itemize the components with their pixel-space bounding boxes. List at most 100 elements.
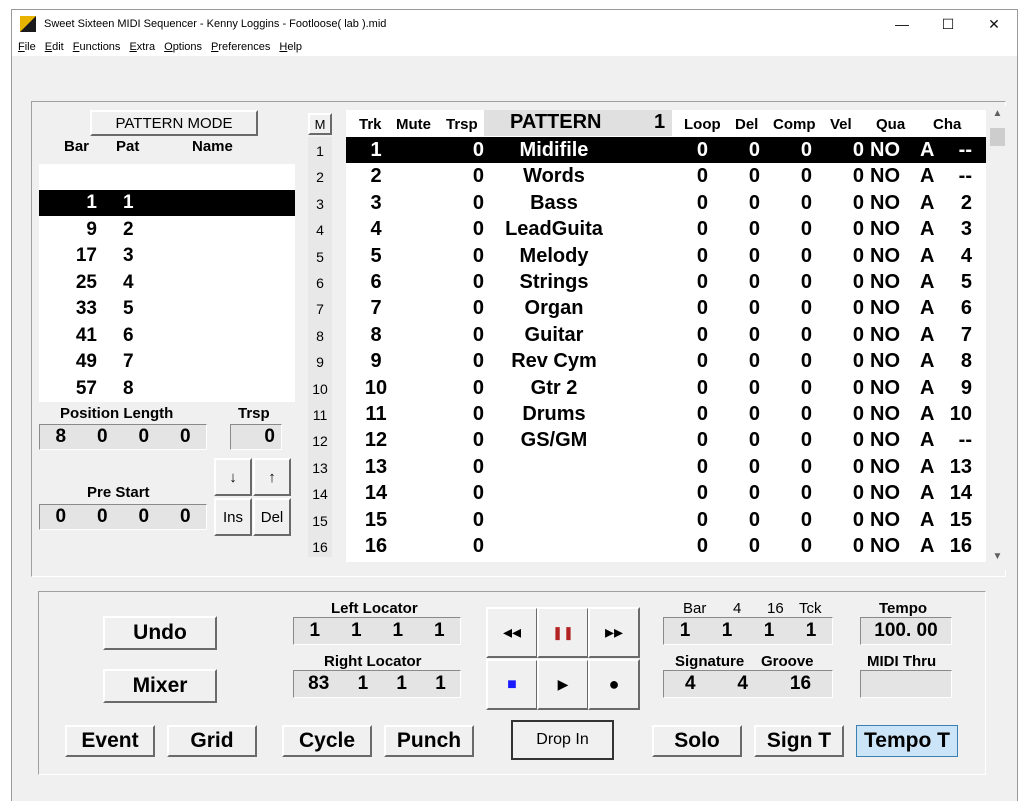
track-loop: 0	[696, 165, 708, 188]
signature-numerator: 4	[684, 673, 696, 694]
event-button[interactable]: Event	[65, 725, 155, 757]
track-row[interactable]: 15 0 0 0 0 0 NO A 15	[346, 507, 986, 533]
pattern-row[interactable]: 17 3	[39, 243, 295, 269]
track-channel: --	[958, 165, 972, 188]
pattern-mode-button[interactable]: PATTERN MODE	[90, 110, 258, 136]
track-row[interactable]: 4 0 LeadGuita 0 0 0 0 NO A 3	[346, 216, 986, 242]
track-loop: 0	[696, 271, 708, 293]
close-icon[interactable]: ✕	[971, 10, 1017, 38]
track-delay: 0	[748, 350, 760, 373]
pattern-row[interactable]: 33 5	[39, 296, 295, 322]
m-button[interactable]: M	[308, 113, 332, 135]
track-delay: 0	[748, 218, 760, 241]
right-locator-field[interactable]: 83 1 1 1	[293, 670, 461, 698]
track-loop: 0	[696, 508, 708, 531]
digit-value: 1	[763, 620, 775, 641]
maximize-icon[interactable]: ☐	[925, 10, 971, 38]
record-button[interactable]: ●	[588, 659, 640, 710]
midi-thru-field[interactable]	[860, 670, 952, 698]
punch-button[interactable]: Punch	[384, 725, 474, 757]
right-locator-label: Right Locator	[324, 653, 422, 670]
signature-groove-field[interactable]: 4 4 16	[663, 670, 833, 698]
position-length-field[interactable]: 8 0 0 0	[39, 424, 207, 450]
pattern-number: 2	[123, 218, 134, 240]
track-row[interactable]: 2 0 Words 0 0 0 0 NO A --	[346, 163, 986, 189]
minimize-icon[interactable]: —	[879, 10, 925, 38]
track-comp: 0	[800, 165, 812, 188]
stop-button[interactable]: ■	[486, 659, 538, 710]
track-number: 13	[364, 455, 388, 478]
track-row[interactable]: 6 0 Strings 0 0 0 0 NO A 5	[346, 269, 986, 295]
track-row[interactable]: 12 0 GS/GM 0 0 0 0 NO A --	[346, 427, 986, 453]
scroll-thumb[interactable]	[990, 128, 1005, 146]
menu-item-0[interactable]: File	[18, 41, 36, 53]
trsp-field[interactable]: 0	[230, 424, 282, 450]
grid-button[interactable]: Grid	[167, 725, 257, 757]
pattern-row[interactable]: 92	[39, 217, 295, 243]
track-row[interactable]: 8 0 Guitar 0 0 0 0 NO A 7	[346, 322, 986, 348]
track-row[interactable]: 10 0 Gtr 2 0 0 0 0 NO A 9	[346, 375, 986, 401]
menu-label-rest: ptions	[172, 41, 203, 53]
mixer-button[interactable]: Mixer	[103, 669, 217, 703]
digit-value: 0	[96, 506, 108, 527]
solo-button[interactable]: Solo	[652, 725, 742, 757]
track-row[interactable]: 1 0 Midifile 0 0 0 0 NO A --	[346, 137, 986, 163]
track-velocity: 0	[852, 455, 864, 478]
track-row[interactable]: 16 0 0 0 0 0 NO A 16	[346, 533, 986, 559]
track-row[interactable]: 11 0 Drums 0 0 0 0 NO A 10	[346, 401, 986, 427]
pattern-row[interactable]: 49 7	[39, 349, 295, 375]
pattern-bar: 57	[75, 377, 97, 399]
drop-in-button[interactable]: Drop In	[511, 720, 614, 760]
pattern-row[interactable]: 11	[39, 190, 295, 216]
groove-value: 16	[789, 673, 812, 694]
move-up-button[interactable]: ↑	[253, 458, 291, 496]
move-down-button[interactable]: ↓	[214, 458, 252, 496]
track-row[interactable]: 13 0 0 0 0 0 NO A 13	[346, 454, 986, 480]
pause-button[interactable]: ❚❚	[537, 607, 589, 658]
rewind-button[interactable]: ◂◂	[486, 607, 538, 658]
vertical-scrollbar[interactable]: ▲ ▼	[989, 106, 1006, 570]
undo-button[interactable]: Undo	[103, 616, 217, 650]
pattern-row[interactable]: 25 4	[39, 270, 295, 296]
pattern-list[interactable]: 1 1 9 2 17 3 25 4 33 5 41 6 49 7 57 8	[39, 164, 295, 402]
loop-header: Loop	[684, 116, 721, 133]
menu-item-6[interactable]: Help	[279, 41, 302, 53]
track-row[interactable]: 3 0 Bass 0 0 0 0 NO A 2	[346, 190, 986, 216]
menu-item-2[interactable]: Functions	[73, 41, 121, 53]
track-loop: 0	[696, 455, 708, 478]
song-position-field[interactable]: 1 1 1 1	[663, 617, 833, 645]
track-channel: 9	[960, 376, 972, 399]
pattern-row[interactable]: 41 6	[39, 323, 295, 349]
track-transpose: 0	[472, 297, 484, 320]
pattern-number: 8	[123, 377, 134, 399]
track-row[interactable]: 5 0 Melody 0 0 0 0 NO A 4	[346, 243, 986, 269]
scroll-down-icon[interactable]: ▼	[989, 551, 1006, 568]
track-channel: 3	[960, 218, 972, 241]
menu-item-4[interactable]: Options	[164, 41, 202, 53]
delete-button[interactable]: Del	[253, 498, 291, 536]
scroll-up-icon[interactable]: ▲	[989, 108, 1006, 125]
cycle-button[interactable]: Cycle	[282, 725, 372, 757]
pattern-row[interactable]: 57 8	[39, 376, 295, 402]
pattern-number: 3	[123, 245, 134, 266]
tempo-t-button[interactable]: Tempo T	[856, 725, 958, 757]
insert-button[interactable]: Ins	[214, 498, 252, 536]
menu-item-3[interactable]: Extra	[129, 41, 155, 53]
menu-item-5[interactable]: Preferences	[211, 41, 270, 53]
tempo-field[interactable]: 100. 00	[860, 617, 952, 645]
track-velocity: 0	[852, 508, 864, 531]
track-row[interactable]: 9 0 Rev Cym 0 0 0 0 NO A 8	[346, 348, 986, 374]
sign-t-button[interactable]: Sign T	[754, 725, 844, 757]
track-row[interactable]: 14 0 0 0 0 0 NO A 14	[346, 480, 986, 506]
track-row[interactable]: 7 0 Organ 0 0 0 0 NO A 6	[346, 295, 986, 321]
menu-item-1[interactable]: Edit	[45, 41, 64, 53]
left-locator-field[interactable]: 1 1 1 1	[293, 617, 461, 645]
pattern-number[interactable]: 1	[654, 111, 665, 134]
track-comp: 0	[800, 455, 812, 478]
fast-forward-button[interactable]: ▸▸	[588, 607, 640, 658]
track-table[interactable]: Trk Mute Trsp PATTERN 1 Loop Del Comp Ve…	[346, 110, 986, 562]
track-quantize: NO	[870, 165, 900, 188]
track-transpose: 0	[472, 376, 484, 399]
play-button[interactable]: ▶	[537, 659, 589, 710]
pre-start-field[interactable]: 0 0 0 0	[39, 504, 207, 530]
